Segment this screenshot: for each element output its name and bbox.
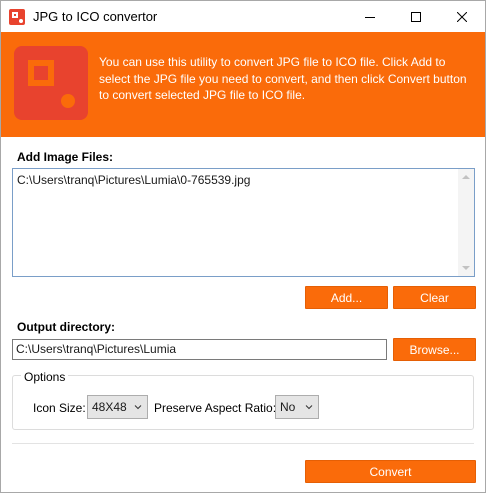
footer-divider <box>12 443 474 444</box>
maximize-icon <box>411 11 421 22</box>
scroll-up-icon[interactable] <box>462 175 470 179</box>
banner-description: You can use this utility to convert JPG … <box>99 55 467 102</box>
minimize-icon <box>365 16 375 18</box>
icon-size-label: Icon Size: <box>33 401 86 415</box>
close-icon <box>457 11 467 22</box>
app-icon <box>9 9 25 25</box>
window-title: JPG to ICO convertor <box>33 9 158 24</box>
app-window: JPG to ICO convertor You can use this ut… <box>0 0 486 493</box>
aspect-ratio-label: Preserve Aspect Ratio: <box>154 401 277 415</box>
add-button[interactable]: Add... <box>305 286 388 309</box>
maximize-button[interactable] <box>393 1 439 32</box>
icon-size-select[interactable]: 48X48 <box>87 395 148 419</box>
list-item[interactable]: C:\Users\tranq\Pictures\Lumia\0-765539.j… <box>17 173 250 187</box>
title-bar[interactable]: JPG to ICO convertor <box>1 1 485 32</box>
close-button[interactable] <box>439 1 485 32</box>
file-list[interactable]: C:\Users\tranq\Pictures\Lumia\0-765539.j… <box>12 168 475 277</box>
options-legend: Options <box>21 370 69 384</box>
aspect-ratio-select[interactable]: No <box>275 395 319 419</box>
chevron-down-icon <box>134 405 142 410</box>
convert-button[interactable]: Convert <box>305 460 476 483</box>
output-directory-label: Output directory: <box>17 320 115 334</box>
icon-size-value: 48X48 <box>92 400 127 414</box>
file-list-scrollbar[interactable] <box>458 169 474 276</box>
header-banner: You can use this utility to convert JPG … <box>1 32 485 137</box>
minimize-button[interactable] <box>347 1 393 32</box>
clear-button[interactable]: Clear <box>393 286 476 309</box>
chevron-down-icon <box>305 405 313 410</box>
app-logo <box>14 46 88 120</box>
aspect-ratio-value: No <box>280 400 296 414</box>
add-files-label: Add Image Files: <box>17 150 114 164</box>
browse-button[interactable]: Browse... <box>393 338 476 361</box>
output-directory-input[interactable]: C:\Users\tranq\Pictures\Lumia <box>12 339 387 360</box>
scroll-down-icon[interactable] <box>462 266 470 270</box>
